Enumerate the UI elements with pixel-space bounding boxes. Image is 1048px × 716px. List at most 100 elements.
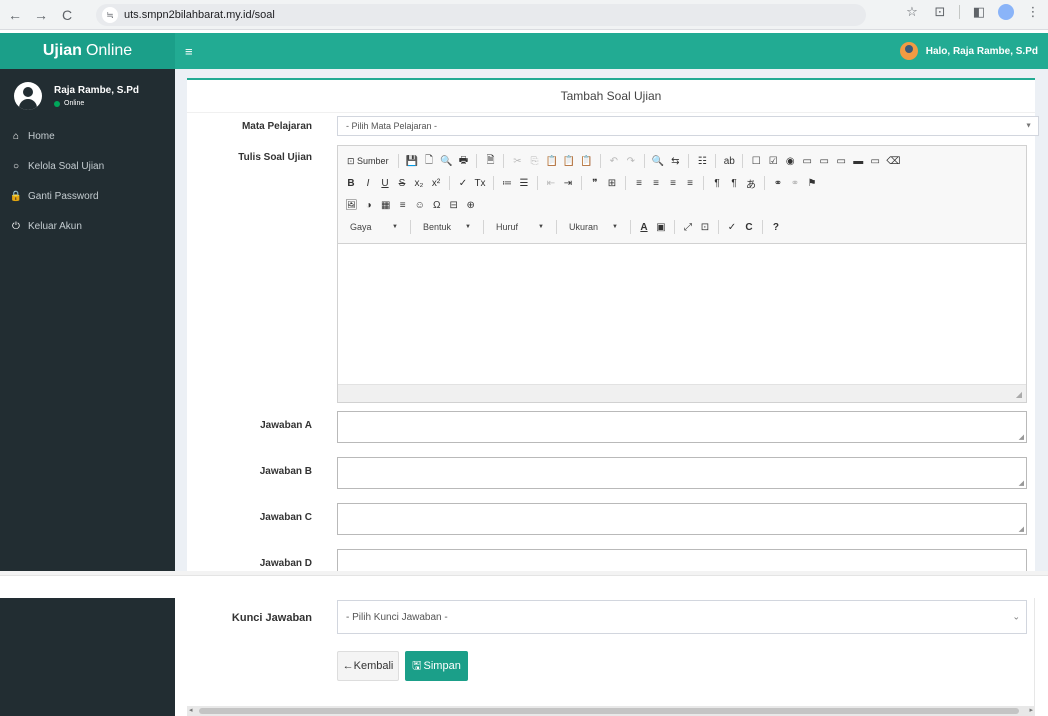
jawaban-b-input[interactable]: ◢ [337,457,1027,489]
resize-grip-icon[interactable]: ◢ [1019,479,1024,487]
chem-c-icon[interactable]: C [742,219,756,235]
radio-icon[interactable]: ◉ [783,153,797,169]
bold-icon[interactable]: B [344,175,358,191]
ltr-icon[interactable]: ¶ [710,175,724,191]
forward-arrow-icon[interactable]: → [30,4,52,26]
superscript-icon[interactable]: x² [429,175,443,191]
cut-icon[interactable]: ✂ [510,153,524,169]
outdent-icon[interactable]: ⇤ [544,175,558,191]
italic-icon[interactable]: I [361,175,375,191]
math-check-icon[interactable]: ✓ [725,219,739,235]
strikethrough-icon[interactable]: S [395,175,409,191]
user-menu[interactable]: Halo, Raja Rambe, S.Pd [899,42,1038,60]
select-field-icon[interactable]: ▭ [834,153,848,169]
templates-icon[interactable]: 🗎 [483,153,497,169]
address-bar[interactable]: ≒ uts.smpn2bilahbarat.my.id/soal [96,4,866,26]
format-combo[interactable]: Bentuk ▼ [417,222,477,232]
profile-avatar-icon[interactable] [998,4,1014,20]
unlink-icon[interactable]: ⚭ [788,175,802,191]
select-all-icon[interactable]: ☷ [695,153,709,169]
bookmark-star-icon[interactable]: ☆ [903,4,921,20]
sidebar-item-keluar-akun[interactable]: ⏻ Keluar Akun [0,211,175,241]
help-icon[interactable]: ? [769,219,783,235]
resize-grip-icon[interactable]: ◢ [1016,390,1022,399]
rtl-icon[interactable]: ¶ [727,175,741,191]
size-combo[interactable]: Ukuran ▼ [563,222,624,232]
preview-icon[interactable]: 🔍 [439,153,453,169]
side-panel-icon[interactable]: ◧ [970,4,988,20]
reload-icon[interactable]: C [56,4,78,26]
jawaban-a-input[interactable]: ◢ [337,411,1027,443]
subscript-icon[interactable]: x₂ [412,175,426,191]
underline-icon[interactable]: U [378,175,392,191]
print-icon[interactable]: 🖶 [456,153,470,169]
resize-grip-icon[interactable]: ◢ [1019,433,1024,441]
sidebar-item-kelola-soal[interactable]: ○ Kelola Soal Ujian [0,151,175,181]
link-icon[interactable]: ⚭ [771,175,785,191]
blockquote-icon[interactable]: ❞ [588,175,602,191]
align-justify-icon[interactable]: ≡ [683,175,697,191]
kunci-jawaban-select[interactable]: - Pilih Kunci Jawaban - ⌄ [337,600,1027,634]
table-icon[interactable]: ▦ [379,197,393,213]
spellcheck-icon[interactable]: ab [722,153,736,169]
anchor-flag-icon[interactable]: ⚑ [805,175,819,191]
show-blocks-icon[interactable]: ⊡ [698,219,712,235]
browser-menu-icon[interactable]: ⋮ [1024,4,1042,20]
jawaban-c-input[interactable]: ◢ [337,503,1027,535]
smiley-icon[interactable]: ☺ [413,197,427,213]
iframe-icon[interactable]: ⊕ [464,197,478,213]
mata-pelajaran-select[interactable]: - Pilih Mata Pelajaran - ▼ [337,116,1039,136]
div-container-icon[interactable]: ⊞ [605,175,619,191]
find-icon[interactable]: 🔍 [651,153,665,169]
hidden-field-icon[interactable]: ⌫ [885,153,901,169]
numbered-list-icon[interactable]: ≔ [500,175,514,191]
sidebar-item-home[interactable]: ⌂ Home [0,121,175,151]
image-button-icon[interactable]: ▭ [868,153,882,169]
button-field-icon[interactable]: ▬ [851,153,865,169]
textarea-icon[interactable]: ▭ [817,153,831,169]
align-center-icon[interactable]: ≡ [649,175,663,191]
image-icon[interactable]: 🖼 [344,197,359,213]
save-icon[interactable]: 💾 [405,153,419,169]
style-combo[interactable]: Gaya ▼ [344,222,404,232]
paste-icon[interactable]: 📋 [544,153,558,169]
save-button[interactable]: 🖫 Simpan [405,651,468,681]
source-button[interactable]: ⊡ Sumber [344,153,392,169]
extensions-icon[interactable]: ⊡ [931,4,949,20]
page-break-icon[interactable]: ⊟ [447,197,461,213]
checkbox-icon[interactable]: ☑ [766,153,780,169]
font-combo[interactable]: Huruf ▼ [490,222,550,232]
sidebar-toggle-icon[interactable]: ≡ [185,44,193,59]
align-left-icon[interactable]: ≡ [632,175,646,191]
paste-word-icon[interactable]: 📋 [579,153,593,169]
editor-content-area[interactable] [338,244,1026,384]
new-page-icon[interactable]: 🗋 [422,153,436,169]
text-color-icon[interactable]: A [637,219,651,235]
app-logo[interactable]: Ujian Online [0,33,175,69]
scroll-right-icon[interactable]: ▸ [1029,706,1033,714]
bulleted-list-icon[interactable]: ☰ [517,175,531,191]
site-info-icon[interactable]: ≒ [102,7,118,23]
copy-format-icon[interactable]: ✓ [456,175,470,191]
textfield-icon[interactable]: ▭ [800,153,814,169]
scroll-left-icon[interactable]: ◂ [189,706,193,714]
flash-icon[interactable]: ◑ [362,197,376,213]
copy-icon[interactable]: ⎘ [527,153,541,169]
back-arrow-icon[interactable]: ← [4,4,26,26]
horizontal-line-icon[interactable]: ≡ [396,197,410,213]
jawaban-d-input[interactable] [337,549,1027,571]
sidebar-item-ganti-password[interactable]: 🔒 Ganti Password [0,181,175,211]
replace-icon[interactable]: ⇆ [668,153,682,169]
redo-icon[interactable]: ↷ [624,153,638,169]
indent-icon[interactable]: ⇥ [561,175,575,191]
form-icon[interactable]: ☐ [749,153,763,169]
remove-format-icon[interactable]: Tx [473,175,487,191]
bg-color-icon[interactable]: ▣ [654,219,668,235]
back-button[interactable]: ← Kembali [337,651,399,681]
maximize-icon[interactable]: ⤢ [681,219,695,235]
scrollbar-thumb[interactable] [199,708,1019,714]
language-icon[interactable]: あ [744,175,758,191]
undo-icon[interactable]: ↶ [607,153,621,169]
resize-grip-icon[interactable]: ◢ [1019,525,1024,533]
special-char-icon[interactable]: Ω [430,197,444,213]
